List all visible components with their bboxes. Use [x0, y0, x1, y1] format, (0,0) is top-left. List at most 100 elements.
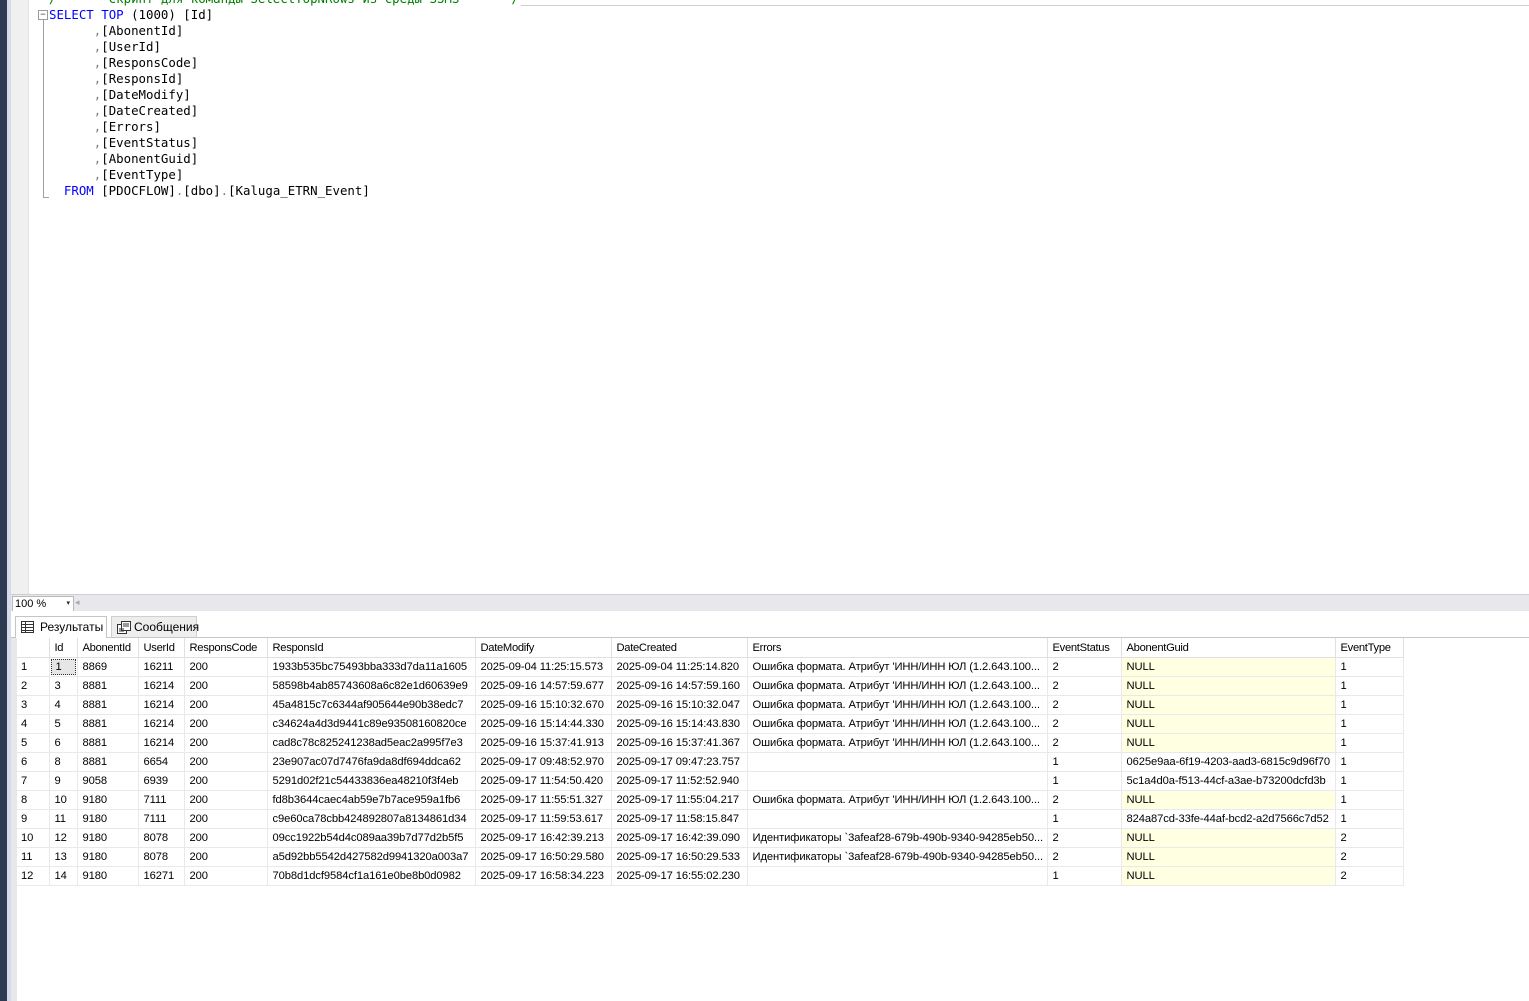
table-row[interactable]: 2 3 8881 16214 200 58598b4ab85743608a6c82e1d6… [17, 676, 1404, 696]
code-line[interactable]: ,[AbonentId] [49, 23, 519, 39]
table-cell[interactable]: 1 [1335, 695, 1404, 715]
table-cell[interactable]: 2 [1335, 866, 1404, 886]
table-cell[interactable]: Ошибка формата. Атрибут 'ИНН/ИНН ЮЛ (1.2… [747, 790, 1048, 810]
zoom-level-select[interactable]: 100 % ▾ [12, 596, 74, 612]
table-cell[interactable]: NULL [1121, 657, 1336, 677]
table-cell[interactable]: NULL [1121, 847, 1336, 867]
table-cell[interactable]: 16214 [138, 695, 185, 715]
column-header[interactable]: ResponsCode [184, 638, 268, 658]
table-cell[interactable]: 200 [184, 809, 268, 829]
table-row[interactable]: 9 11 9180 7111 200 c9e60ca78cbb424892807a8134… [17, 809, 1404, 829]
table-cell[interactable] [747, 752, 1048, 772]
table-cell[interactable]: 2025-09-04 11:25:14.820 [611, 657, 748, 677]
table-cell[interactable]: 5291d02f21c54433836ea48210f3f4eb [267, 771, 476, 791]
table-cell[interactable]: 1 [1335, 809, 1404, 829]
table-cell[interactable]: 1 [1047, 809, 1122, 829]
table-cell[interactable]: 2025-09-16 15:37:41.367 [611, 733, 748, 753]
results-grid[interactable]: Id AbonentId UserId ResponsCode ResponsId Dat… [17, 638, 1404, 886]
table-cell[interactable]: 200 [184, 714, 268, 734]
table-row[interactable]: 5 6 8881 16214 200 cad8c78c825241238ad5eac2a9… [17, 733, 1404, 753]
table-cell[interactable]: 2025-09-16 15:10:32.670 [475, 695, 612, 715]
table-cell[interactable]: 1 [1047, 866, 1122, 886]
table-cell[interactable] [747, 771, 1048, 791]
table-cell[interactable]: 16211 [138, 657, 185, 677]
table-cell[interactable]: 2025-09-17 16:42:39.090 [611, 828, 748, 848]
table-cell[interactable]: 8078 [138, 828, 185, 848]
table-cell[interactable]: 1933b535bc75493bba333d7da11a1605 [267, 657, 476, 677]
table-cell[interactable]: 6 [49, 733, 78, 753]
code-line[interactable]: ,[Errors] [49, 119, 519, 135]
code-line[interactable]: ,[DateCreated] [49, 103, 519, 119]
table-cell[interactable]: 2 [1047, 828, 1122, 848]
table-cell[interactable]: 2025-09-04 11:25:15.573 [475, 657, 612, 677]
column-header[interactable]: UserId [138, 638, 185, 658]
row-number-cell[interactable]: 11 [17, 847, 50, 867]
table-cell[interactable]: 6939 [138, 771, 185, 791]
table-cell[interactable]: 2025-09-17 09:47:23.757 [611, 752, 748, 772]
row-number-cell[interactable]: 4 [17, 714, 50, 734]
sql-code[interactable]: / Скрипт для команды SelectTopNRows из с… [49, 0, 519, 199]
table-cell[interactable]: 1 [1047, 771, 1122, 791]
table-cell[interactable]: 9180 [77, 790, 139, 810]
table-cell[interactable]: c34624a4d3d9441c89e93508160820ce [267, 714, 476, 734]
table-cell[interactable]: 6654 [138, 752, 185, 772]
table-cell[interactable]: 16214 [138, 733, 185, 753]
table-cell[interactable]: 2 [1335, 828, 1404, 848]
table-cell[interactable]: 2 [1047, 847, 1122, 867]
table-row[interactable]: 10 12 9180 8078 200 09cc1922b54d4c089aa39b7d7… [17, 828, 1404, 848]
table-cell[interactable]: 16271 [138, 866, 185, 886]
table-cell[interactable]: NULL [1121, 733, 1336, 753]
code-line[interactable]: ,[UserId] [49, 39, 519, 55]
code-line[interactable]: ,[ResponsId] [49, 71, 519, 87]
table-cell[interactable]: 200 [184, 771, 268, 791]
table-cell[interactable]: 10 [49, 790, 78, 810]
table-row[interactable]: 6 8 8881 6654 200 23e907ac07d7476fa9da8df694d… [17, 752, 1404, 772]
table-cell[interactable]: 2025-09-17 16:50:29.580 [475, 847, 612, 867]
table-cell[interactable]: NULL [1121, 790, 1336, 810]
table-cell[interactable]: 200 [184, 657, 268, 677]
table-cell[interactable]: 2025-09-17 16:55:02.230 [611, 866, 748, 886]
table-cell[interactable]: 1 [1335, 676, 1404, 696]
table-cell[interactable]: 2025-09-17 11:54:50.420 [475, 771, 612, 791]
table-cell[interactable]: Ошибка формата. Атрибут 'ИНН/ИНН ЮЛ (1.2… [747, 657, 1048, 677]
table-cell[interactable]: Идентификаторы `3afeaf28-679b-490b-9340-… [747, 828, 1048, 848]
row-number-cell[interactable]: 5 [17, 733, 50, 753]
table-cell[interactable]: 16214 [138, 676, 185, 696]
table-cell[interactable]: 8881 [77, 714, 139, 734]
query-editor[interactable]: − / Скрипт для команды SelectTopNRows из… [11, 0, 1529, 594]
table-cell[interactable]: cad8c78c825241238ad5eac2a995f7e3 [267, 733, 476, 753]
column-header[interactable]: DateModify [475, 638, 612, 658]
table-cell[interactable]: 8881 [77, 733, 139, 753]
table-cell[interactable]: 9058 [77, 771, 139, 791]
table-cell[interactable]: 2025-09-17 11:59:53.617 [475, 809, 612, 829]
scroll-left-icon[interactable]: ◂ [75, 597, 80, 608]
code-line[interactable]: ,[EventStatus] [49, 135, 519, 151]
table-cell[interactable]: NULL [1121, 676, 1336, 696]
table-cell[interactable]: 2 [1047, 714, 1122, 734]
table-cell[interactable] [747, 866, 1048, 886]
table-cell[interactable]: 1 [1047, 752, 1122, 772]
table-cell[interactable]: 1 [1335, 771, 1404, 791]
table-cell[interactable]: NULL [1121, 828, 1336, 848]
code-line[interactable]: SELECT TOP (1000) [Id] [49, 7, 519, 23]
table-cell[interactable]: Ошибка формата. Атрибут 'ИНН/ИНН ЮЛ (1.2… [747, 733, 1048, 753]
table-cell[interactable] [747, 809, 1048, 829]
table-cell[interactable]: a5d92bb5542d427582d9941320a003a7 [267, 847, 476, 867]
collapse-toggle-icon[interactable]: − [38, 10, 48, 20]
row-number-cell[interactable]: 10 [17, 828, 50, 848]
column-header[interactable]: AbonentId [77, 638, 139, 658]
tab-messages[interactable]: Сообщения [111, 616, 199, 638]
column-header[interactable]: Errors [747, 638, 1048, 658]
table-cell[interactable]: 23e907ac07d7476fa9da8df694ddca62 [267, 752, 476, 772]
table-cell[interactable]: 1 [1335, 752, 1404, 772]
table-cell[interactable]: 0625e9aa-6f19-4203-aad3-6815c9d96f70 [1121, 752, 1336, 772]
table-cell[interactable]: c9e60ca78cbb424892807a8134861d34 [267, 809, 476, 829]
table-cell[interactable]: 2025-09-16 15:14:43.830 [611, 714, 748, 734]
table-cell[interactable]: NULL [1121, 714, 1336, 734]
table-cell[interactable]: 2 [1047, 676, 1122, 696]
table-cell[interactable]: 5c1a4d0a-f513-44cf-a3ae-b73200dcfd3b [1121, 771, 1336, 791]
table-cell[interactable]: 200 [184, 752, 268, 772]
table-cell[interactable]: 200 [184, 866, 268, 886]
table-cell[interactable]: 9180 [77, 809, 139, 829]
code-line[interactable]: / Скрипт для команды SelectTopNRows из с… [49, 0, 519, 7]
